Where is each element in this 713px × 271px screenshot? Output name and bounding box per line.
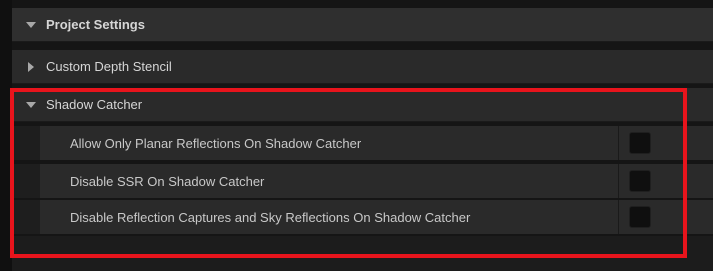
property-label: Allow Only Planar Reflections On Shadow …: [40, 126, 619, 160]
allow-planar-reflections-checkbox[interactable]: [629, 132, 651, 154]
property-row-disable-ssr: Disable SSR On Shadow Catcher: [12, 164, 713, 198]
category-label: Custom Depth Stencil: [46, 59, 172, 74]
category-label: Project Settings: [46, 17, 145, 32]
property-value: [619, 164, 713, 198]
disable-ssr-checkbox[interactable]: [629, 170, 651, 192]
property-label: Disable Reflection Captures and Sky Refl…: [40, 200, 619, 234]
chevron-right-icon[interactable]: [28, 61, 34, 72]
panel-left-border: [0, 0, 12, 271]
property-row-allow-planar-reflections: Allow Only Planar Reflections On Shadow …: [12, 126, 713, 160]
row-indent: [12, 200, 40, 234]
category-project-settings[interactable]: Project Settings: [12, 8, 713, 42]
panel-footer: [12, 236, 713, 271]
details-panel: Project Settings Custom Depth Stencil Sh…: [0, 0, 713, 271]
chevron-down-icon[interactable]: [26, 21, 36, 28]
row-indent: [12, 126, 40, 160]
property-row-disable-reflection-captures: Disable Reflection Captures and Sky Refl…: [12, 200, 713, 234]
disable-reflection-captures-checkbox[interactable]: [629, 206, 651, 228]
row-indent: [12, 164, 40, 198]
property-label: Disable SSR On Shadow Catcher: [40, 164, 619, 198]
category-shadow-catcher[interactable]: Shadow Catcher: [12, 88, 713, 122]
property-value: [619, 200, 713, 234]
chevron-down-icon[interactable]: [26, 101, 36, 108]
property-value: [619, 126, 713, 160]
category-custom-depth-stencil[interactable]: Custom Depth Stencil: [12, 50, 713, 84]
category-label: Shadow Catcher: [46, 97, 143, 112]
